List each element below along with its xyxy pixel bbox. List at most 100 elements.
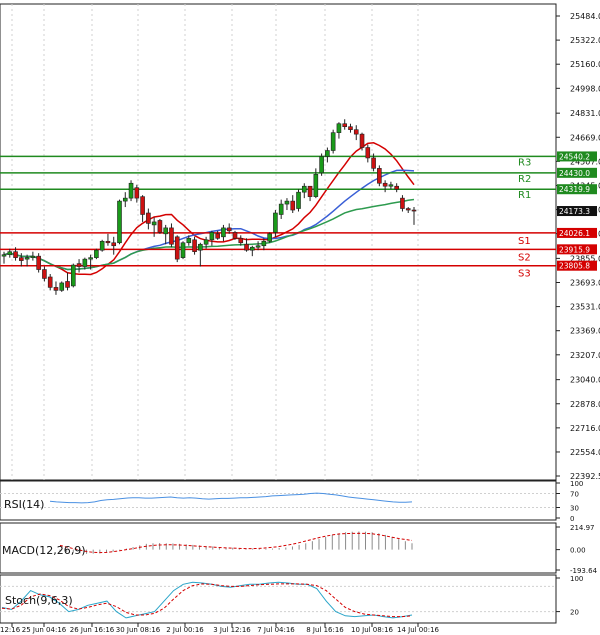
candle-body [19, 257, 24, 261]
level-price-s1: 24026.1 [559, 229, 590, 238]
candle-body [244, 243, 249, 251]
y-tick-label: 25160.0 [570, 60, 600, 69]
current-price-marker: 24173.3 [557, 206, 597, 217]
candle-body [209, 232, 215, 241]
level-label-s1: S1 [518, 236, 531, 247]
y-tick-label: 24998.0 [570, 84, 600, 93]
candle-body [76, 263, 82, 267]
candle-body [169, 227, 174, 245]
y-tick-label: 23693.0 [570, 278, 600, 287]
y-tick-label: 22554.0 [570, 448, 600, 457]
candle-body [400, 197, 405, 209]
x-tick-label: 2 Jul 00:16 [166, 626, 204, 634]
candle-body [42, 269, 47, 279]
candle-body [88, 257, 93, 260]
x-tick-label: 30 Jun 08:16 [116, 626, 161, 634]
candle-body [313, 174, 319, 197]
candle-body [284, 200, 290, 205]
level-price-r3: 24540.2 [559, 152, 590, 161]
candle-body [411, 209, 417, 212]
candle-body [7, 251, 13, 255]
candle-body [307, 185, 313, 197]
candle-body [174, 236, 180, 260]
current-price-label: 24173.3 [559, 207, 590, 216]
candle-body [255, 245, 261, 248]
candle-body [250, 246, 255, 251]
candle-body [371, 157, 376, 169]
candle-body [382, 182, 388, 187]
level-price-s2: 23915.9 [559, 245, 590, 254]
candle-body [99, 240, 105, 251]
main-price-panel: 25484.0 25322.0 25160.0 24998.0 24831.0 24669… [0, 3, 600, 481]
time-axis: 12:16 25 Jun 04:16 26 Jun 16:16 30 Jun 08:1… [0, 623, 440, 634]
level-label-r1: R1 [518, 190, 531, 201]
candle-body [13, 251, 18, 258]
candle-body [388, 184, 394, 187]
level-label-s2: S2 [518, 252, 531, 263]
y-tick-label: 24669.0 [570, 133, 600, 142]
level-price-s3: 23805.8 [559, 262, 590, 271]
candle-body [405, 208, 411, 211]
candle-body [30, 255, 36, 258]
candle-body [377, 168, 382, 184]
candle-body [325, 150, 330, 157]
price-chart-window: 25484.0 25322.0 25160.0 24998.0 24831.0 24669… [0, 3, 600, 634]
y-tick-label: 25484.0 [570, 12, 600, 21]
candle-body [198, 243, 203, 251]
candle-body [151, 221, 157, 226]
candle-body [146, 212, 151, 224]
candle-body [394, 185, 399, 190]
x-tick-label: 14 Jul 00:16 [397, 626, 440, 634]
y-tick-label: 22716.0 [570, 424, 600, 433]
candle-body [192, 239, 197, 252]
candle-body [365, 147, 371, 159]
candle-body [348, 126, 353, 130]
x-tick-label: 10 Jul 08:16 [351, 626, 394, 634]
rsi-panel: 100 70 30 0 RSI(14) [0, 480, 583, 523]
candle-body [290, 200, 296, 211]
sub-y-tick-label: 30 [570, 505, 579, 513]
candle-body [59, 282, 65, 291]
candle-body [267, 233, 272, 242]
level-label-r2: R2 [518, 174, 531, 185]
candle-body [232, 232, 238, 239]
candle-body [47, 276, 53, 288]
y-tick-label: 23040.0 [570, 376, 600, 385]
x-tick-label: 12:16 [0, 626, 21, 634]
candle-body [301, 185, 307, 193]
candle-body [117, 200, 122, 244]
level-price-r2: 24430.0 [559, 169, 590, 178]
candle-body [24, 257, 30, 260]
candle-body [122, 197, 128, 202]
stoch-title: Stoch(9,6,3) [5, 594, 73, 607]
sub-y-tick-label: 100 [570, 480, 583, 488]
sub-y-tick-label: 100 [570, 575, 583, 583]
level-price-r1: 24319.9 [559, 185, 590, 194]
sub-y-tick-label: 70 [570, 491, 579, 499]
candle-body [180, 242, 186, 258]
candle-body [53, 287, 59, 291]
y-tick-label: 25322.0 [570, 36, 600, 45]
y-tick-label: 22878.0 [570, 400, 600, 409]
y-tick-label: 23531.0 [570, 303, 600, 312]
rsi-title: RSI(14) [4, 498, 44, 511]
candle-body [94, 249, 99, 258]
x-tick-label: 7 Jul 04:16 [257, 626, 295, 634]
candle-body [111, 242, 117, 247]
candle-body [157, 220, 163, 233]
candle-body [330, 132, 336, 151]
candle-body [278, 203, 284, 215]
candle-body [273, 212, 278, 233]
sub-y-tick-label: -193.64 [570, 567, 598, 575]
candle-body [353, 129, 359, 135]
candle-body [261, 240, 267, 247]
sub-y-tick-label: 0 [570, 515, 574, 523]
stoch-panel: 100 20 Stoch(9,6,3) [0, 574, 583, 624]
x-tick-label: 3 Jul 12:16 [213, 626, 251, 634]
level-label-r3: R3 [518, 157, 531, 168]
y-tick-label: 23207.0 [570, 351, 600, 360]
x-tick-label: 26 Jun 16:16 [70, 626, 115, 634]
macd-panel: 214.97 0.00 -193.64 MACD(12,26,9) [0, 522, 598, 575]
candle-body [163, 227, 168, 235]
candle-body [134, 187, 140, 199]
